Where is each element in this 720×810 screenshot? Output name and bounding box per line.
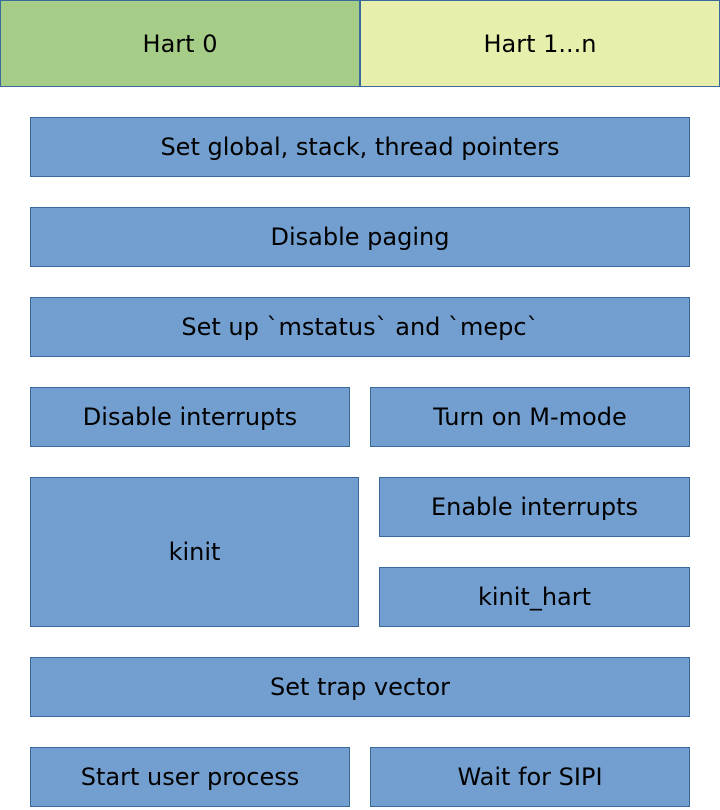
box-turn-on-mmode: Turn on M-mode [370,387,690,447]
label-set-pointers: Set global, stack, thread pointers [160,133,559,161]
box-disable-interrupts: Disable interrupts [30,387,350,447]
box-disable-paging: Disable paging [30,207,690,267]
row-set-pointers: Set global, stack, thread pointers [30,117,690,177]
kinit-right-column: Enable interrupts kinit_hart [379,477,690,627]
label-kinit: kinit [169,538,221,566]
label-set-trap-vector: Set trap vector [270,673,450,701]
label-setup-mstatus: Set up `mstatus` and `mepc` [181,313,538,341]
box-wait-for-sipi: Wait for SIPI [370,747,690,807]
box-kinit: kinit [30,477,359,627]
header-hart1n: Hart 1...n [360,0,720,87]
row-set-trap-vector: Set trap vector [30,657,690,717]
box-enable-interrupts: Enable interrupts [379,477,690,537]
header-hart1n-label: Hart 1...n [483,30,596,58]
row-interrupts-mmode: Disable interrupts Turn on M-mode [30,387,690,447]
box-setup-mstatus: Set up `mstatus` and `mepc` [30,297,690,357]
header-hart0: Hart 0 [0,0,360,87]
label-wait-for-sipi: Wait for SIPI [457,763,602,791]
box-kinit-hart: kinit_hart [379,567,690,627]
label-disable-interrupts: Disable interrupts [83,403,297,431]
box-set-pointers: Set global, stack, thread pointers [30,117,690,177]
label-enable-interrupts: Enable interrupts [431,493,638,521]
row-setup-mstatus: Set up `mstatus` and `mepc` [30,297,690,357]
diagram-body: Set global, stack, thread pointers Disab… [0,117,720,807]
label-kinit-hart: kinit_hart [478,583,591,611]
label-turn-on-mmode: Turn on M-mode [433,403,626,431]
header-row: Hart 0 Hart 1...n [0,0,720,87]
row-final: Start user process Wait for SIPI [30,747,690,807]
label-disable-paging: Disable paging [271,223,450,251]
row-disable-paging: Disable paging [30,207,690,267]
header-hart0-label: Hart 0 [143,30,218,58]
box-start-user-process: Start user process [30,747,350,807]
box-set-trap-vector: Set trap vector [30,657,690,717]
row-kinit: kinit Enable interrupts kinit_hart [30,477,690,627]
label-start-user-process: Start user process [81,763,299,791]
